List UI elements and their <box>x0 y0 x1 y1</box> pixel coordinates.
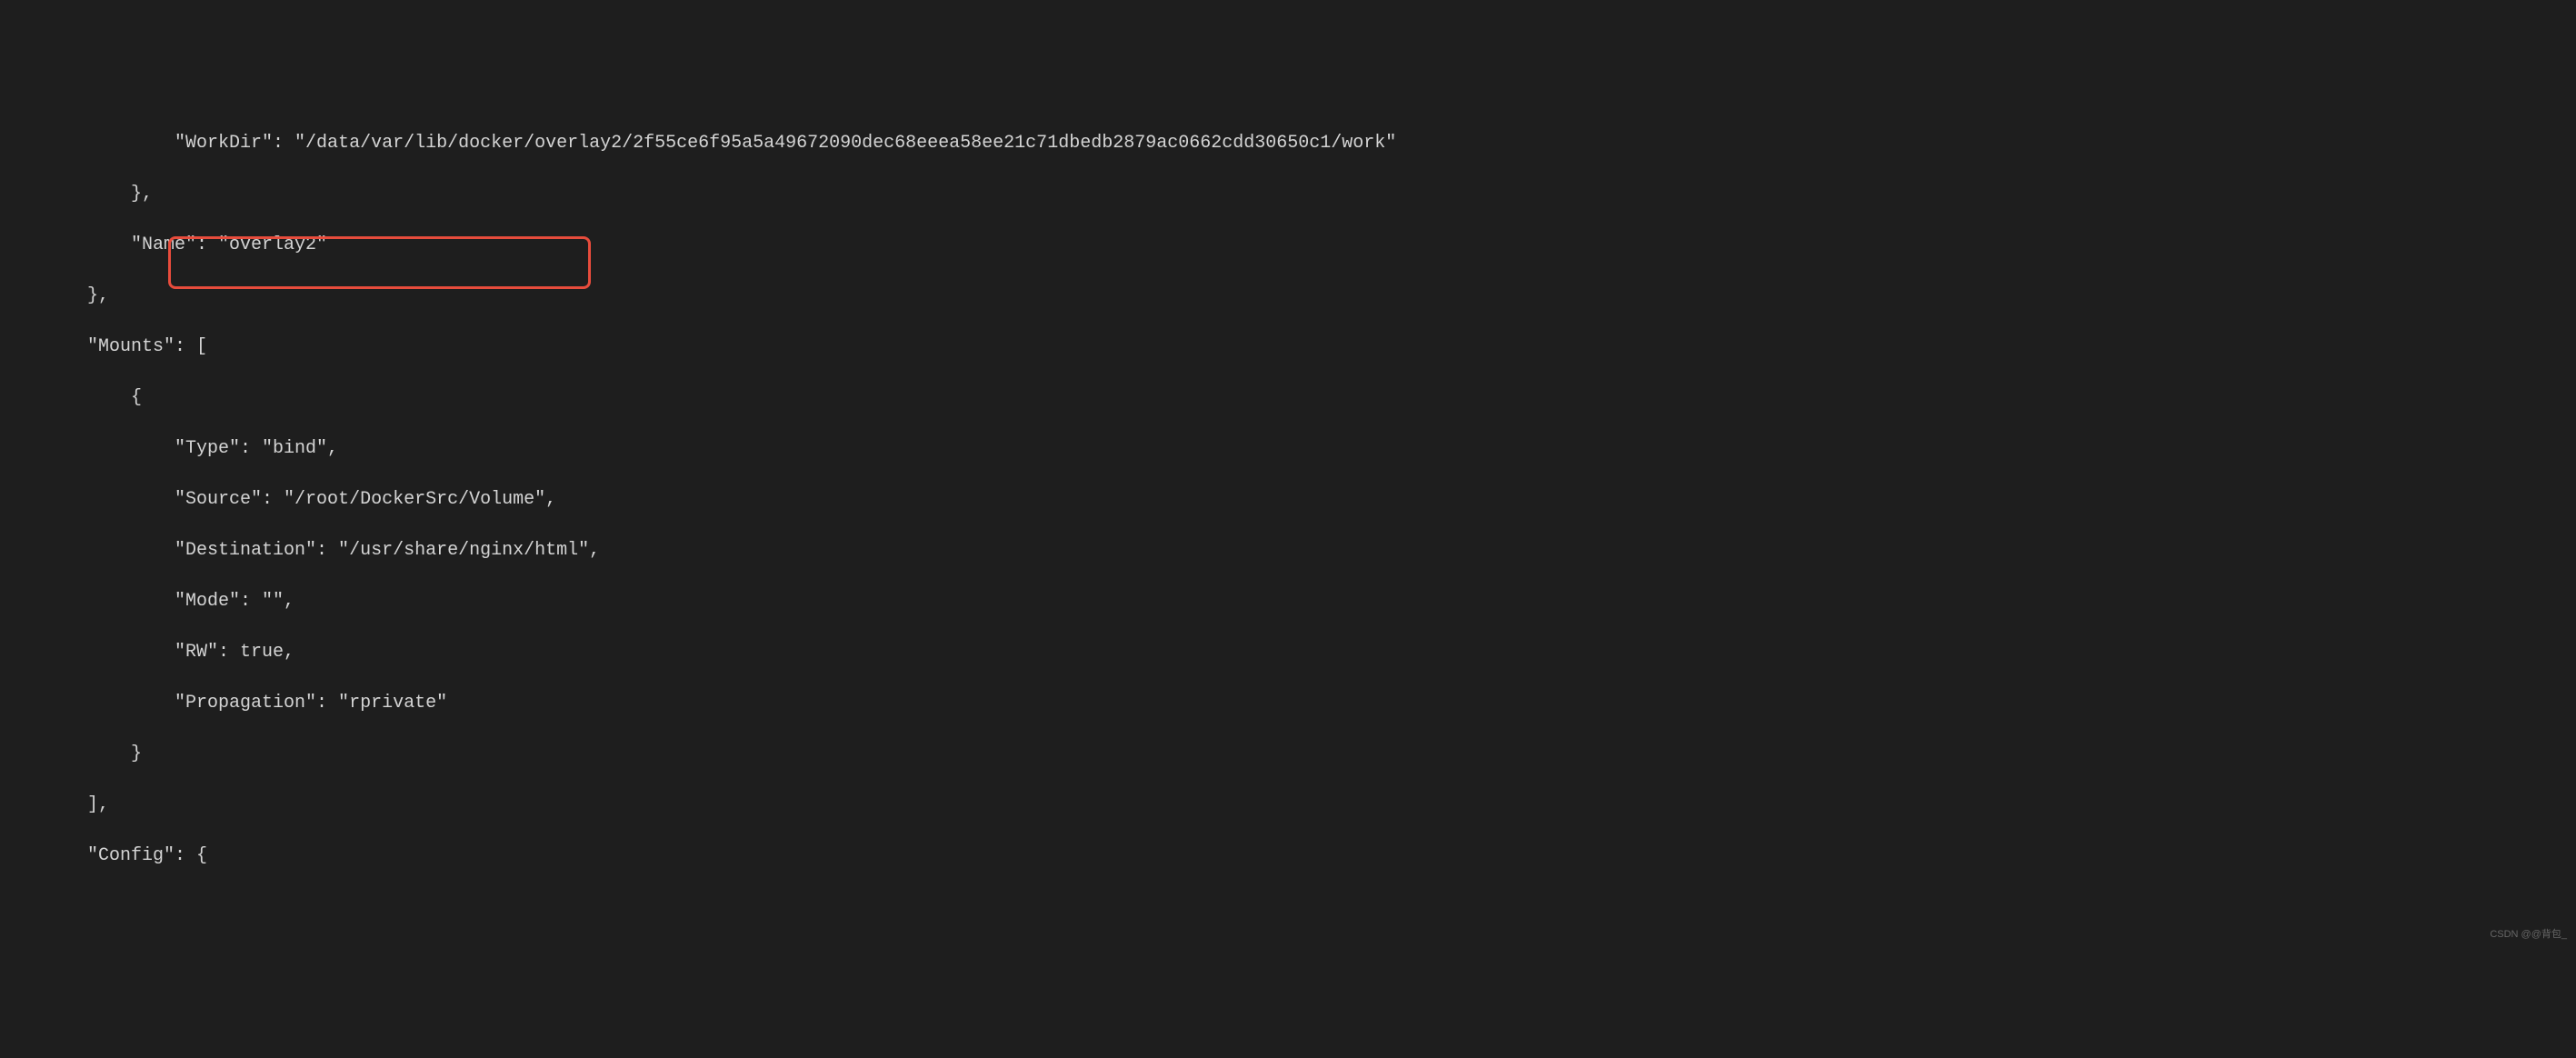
watermark-text: CSDN @@背包_ <box>2490 928 2567 942</box>
code-line[interactable]: "Mode": "", <box>0 589 2576 614</box>
code-line[interactable]: "Config": { <box>0 843 2576 869</box>
code-line[interactable]: "Name": "overlay2" <box>0 233 2576 258</box>
code-line[interactable]: "Mounts": [ <box>0 334 2576 360</box>
code-line[interactable]: { <box>0 385 2576 411</box>
json-code-block: "WorkDir": "/data/var/lib/docker/overlay… <box>0 102 2576 949</box>
code-line[interactable]: } <box>0 742 2576 767</box>
code-line[interactable]: "RW": true, <box>0 640 2576 665</box>
code-line[interactable]: "Destination": "/usr/share/nginx/html", <box>0 538 2576 564</box>
code-line[interactable]: }, <box>0 182 2576 207</box>
code-line[interactable]: "Source": "/root/DockerSrc/Volume", <box>0 487 2576 513</box>
code-line[interactable]: "Type": "bind", <box>0 436 2576 462</box>
code-line[interactable]: "WorkDir": "/data/var/lib/docker/overlay… <box>0 131 2576 156</box>
code-line[interactable]: ], <box>0 793 2576 818</box>
code-line[interactable]: }, <box>0 284 2576 309</box>
code-line[interactable]: "Propagation": "rprivate" <box>0 691 2576 716</box>
